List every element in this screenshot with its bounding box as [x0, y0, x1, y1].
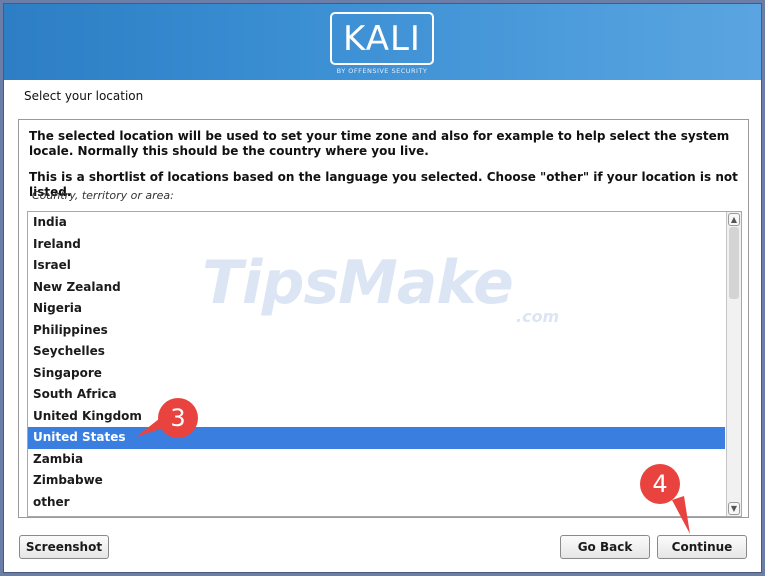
step-3-badge: 3	[158, 398, 198, 438]
list-label: Country, territory or area:	[32, 189, 174, 202]
logo-subtitle: BY OFFENSIVE SECURITY	[336, 67, 428, 75]
logo-text: KALI	[343, 18, 421, 59]
list-item[interactable]: New Zealand	[28, 277, 725, 299]
list-item[interactable]: Zambia	[28, 449, 725, 471]
list-item[interactable]: United Kingdom	[28, 406, 725, 428]
content-panel: The selected location will be used to se…	[18, 119, 749, 518]
list-item[interactable]: Zimbabwe	[28, 470, 725, 492]
go-back-button[interactable]: Go Back	[560, 535, 650, 559]
list-item[interactable]: other	[28, 492, 725, 514]
header-banner: KALI BY OFFENSIVE SECURITY	[4, 4, 761, 80]
scrollbar[interactable]: ▲ ▼	[726, 212, 741, 516]
list-item[interactable]: Israel	[28, 255, 725, 277]
list-item[interactable]: Singapore	[28, 363, 725, 385]
location-list-items: India Ireland Israel New Zealand Nigeria Phil…	[28, 212, 725, 513]
screenshot-button[interactable]: Screenshot	[19, 535, 109, 559]
list-item[interactable]: Nigeria	[28, 298, 725, 320]
step-4-badge: 4	[640, 464, 680, 504]
scroll-thumb[interactable]	[729, 227, 739, 299]
list-item-selected[interactable]: United States	[28, 427, 725, 449]
list-item[interactable]: South Africa	[28, 384, 725, 406]
kali-logo: KALI	[330, 12, 434, 65]
installer-window: KALI BY OFFENSIVE SECURITY Select your l…	[3, 3, 762, 573]
list-item[interactable]: Ireland	[28, 234, 725, 256]
description-text: The selected location will be used to se…	[29, 129, 730, 158]
continue-button[interactable]: Continue	[657, 535, 747, 559]
list-item[interactable]: Philippines	[28, 320, 725, 342]
list-item[interactable]: Seychelles	[28, 341, 725, 363]
location-list[interactable]: India Ireland Israel New Zealand Nigeria Phil…	[27, 211, 742, 517]
scroll-up-arrow-icon[interactable]: ▲	[728, 213, 740, 226]
page-title: Select your location	[24, 89, 144, 103]
scroll-down-arrow-icon[interactable]: ▼	[728, 502, 740, 515]
list-item[interactable]: India	[28, 212, 725, 234]
